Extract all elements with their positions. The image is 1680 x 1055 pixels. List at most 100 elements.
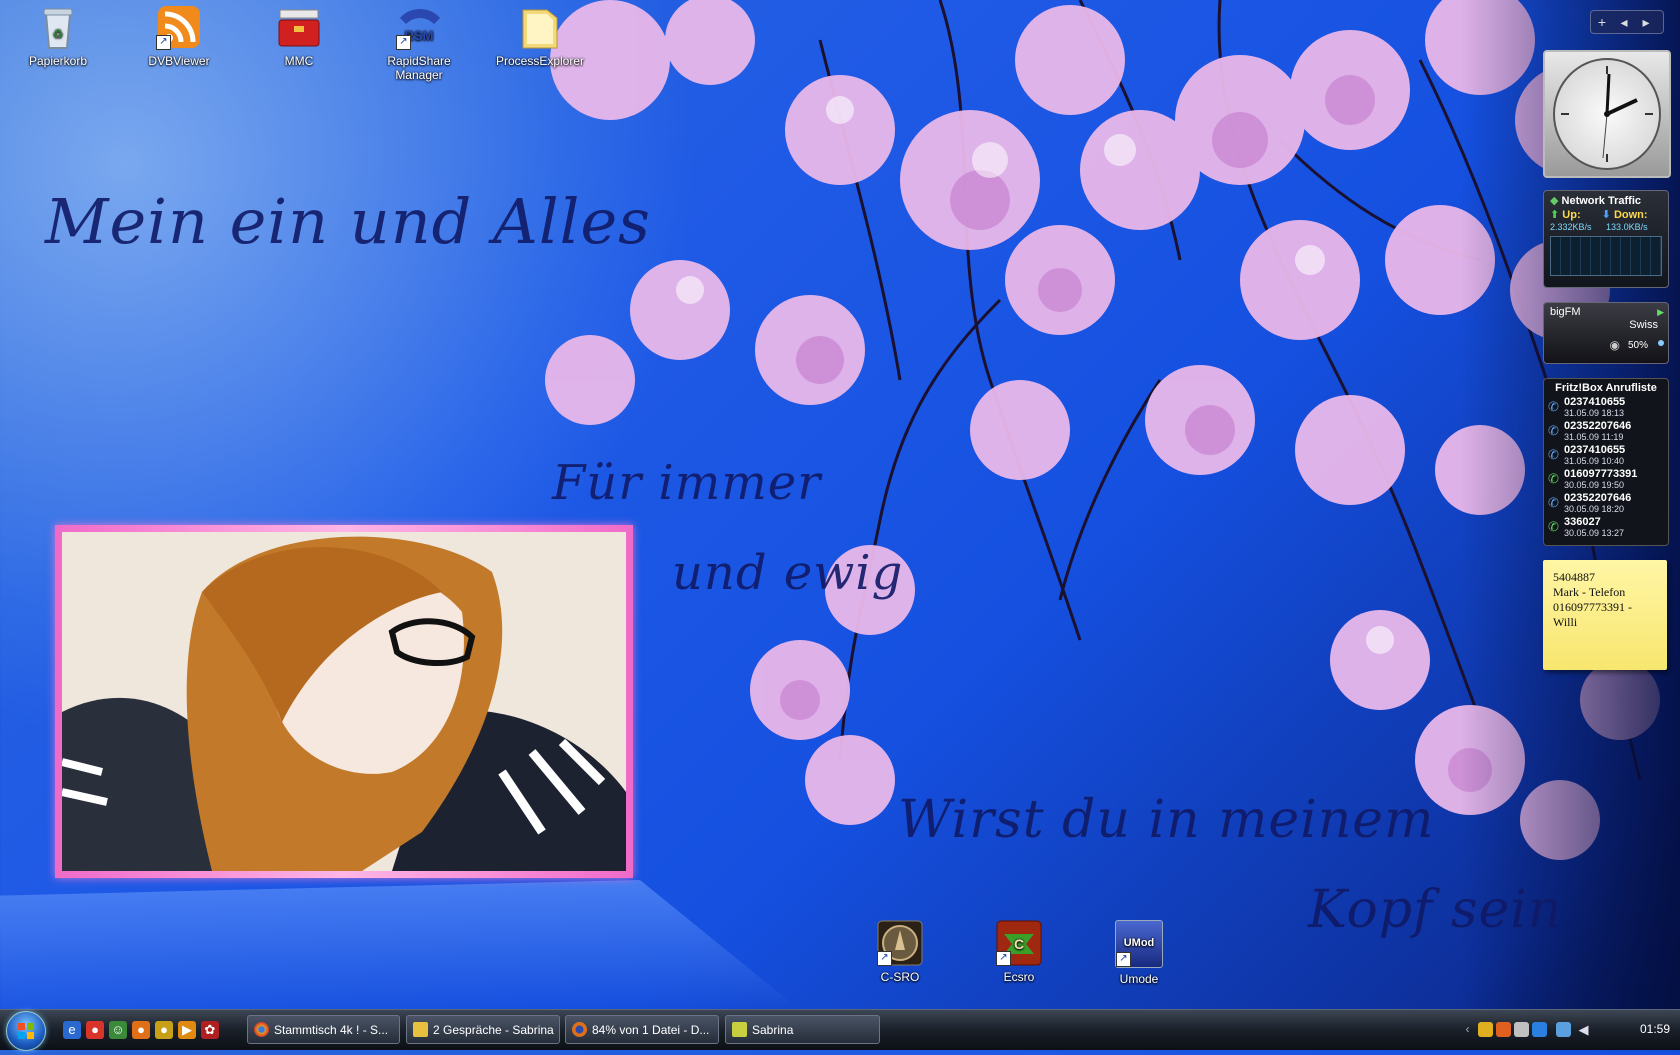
taskbar-button-note[interactable]: Sabrina — [725, 1015, 880, 1044]
desktop-icon-label: Papierkorb — [28, 54, 88, 68]
call-datetime: 30.05.09 18:20 — [1564, 504, 1625, 514]
wallpaper-text-line5: Kopf sein — [1308, 880, 1563, 940]
volume-icon[interactable]: ◀ — [1576, 1022, 1591, 1037]
umod-icon: UMod ↗ — [1115, 920, 1163, 968]
power-indicator-icon — [1658, 340, 1664, 346]
desktop-icon-rapidshare-manager[interactable]: RSM ↗ RapidShare Manager — [364, 4, 474, 82]
add-gadget-button[interactable]: + — [1591, 11, 1613, 33]
call-entry[interactable]: ✆ 0237410655 31.05.09 10:40 — [1544, 444, 1668, 468]
desktop-icon-label: DVBViewer — [148, 54, 210, 68]
note-line: Mark - Telefon — [1553, 585, 1626, 599]
network-traffic-gadget[interactable]: ◆ Network Traffic ⬆ Up: ⬇ Down: 2.332KB/… — [1543, 190, 1669, 288]
down-value: 133.0KB/s — [1606, 222, 1648, 232]
rss-icon: ↗ — [156, 4, 202, 50]
radio-volume: 50% — [1627, 340, 1648, 351]
desktop-icon-ecsro[interactable]: C ↗ Ecsro — [964, 920, 1074, 984]
wallpaper-text-line3: und ewig — [672, 545, 904, 601]
network-icon[interactable] — [1556, 1022, 1571, 1037]
call-entry[interactable]: ✆ 02352207646 31.05.09 11:19 — [1544, 420, 1668, 444]
shortcut-arrow-icon: ↗ — [396, 35, 411, 50]
call-number: 336027 — [1564, 516, 1601, 528]
incoming-call-icon: ✆ — [1548, 495, 1559, 510]
tray-app-icon[interactable] — [1496, 1022, 1511, 1037]
chrome-icon — [254, 1022, 269, 1037]
system-tray: ‹ ◀ 01:59 — [1460, 1010, 1680, 1050]
down-label: Down: — [1613, 209, 1648, 221]
prev-gadget-page-button[interactable]: ◂ — [1613, 11, 1635, 33]
chat-icon — [413, 1022, 428, 1037]
taskbar: e ● ☺ ● ● ▶ ✿ Stammtisch 4k ! - S... 2 G… — [0, 1009, 1680, 1051]
chrome-icon[interactable]: ● — [86, 1021, 104, 1039]
desktop-icon-c-sro[interactable]: ↗ C-SRO — [845, 920, 955, 984]
media-icon[interactable]: ▶ — [178, 1021, 196, 1039]
incoming-call-icon: ✆ — [1548, 399, 1559, 414]
task-label: Sabrina — [752, 1023, 794, 1037]
call-datetime: 30.05.09 13:27 — [1564, 528, 1625, 538]
svg-text:♻: ♻ — [53, 27, 64, 41]
note-icon — [732, 1022, 747, 1037]
shortcut-arrow-icon: ↗ — [996, 951, 1011, 966]
tool-icon[interactable]: ✿ — [201, 1021, 219, 1039]
note-line: 016097773391 - — [1553, 600, 1632, 614]
play-icon[interactable]: ▶ — [1657, 307, 1664, 318]
next-gadget-page-button[interactable]: ▸ — [1635, 11, 1657, 33]
taskbar-button-chat[interactable]: 2 Gespräche - Sabrina — [406, 1015, 560, 1044]
desktop-icon-dvbviewer[interactable]: ↗ DVBViewer — [124, 4, 234, 68]
firefox-icon — [572, 1022, 587, 1037]
call-entry[interactable]: ✆ 02352207646 30.05.09 18:20 — [1544, 492, 1668, 516]
note-line: 5404887 — [1553, 570, 1595, 584]
taskbar-clock[interactable]: 01:59 — [1640, 1022, 1670, 1036]
call-datetime: 31.05.09 11:19 — [1564, 432, 1624, 442]
desktop-icon-umode[interactable]: UMod ↗ Umode — [1084, 920, 1194, 986]
chrome-icon[interactable]: ● — [155, 1021, 173, 1039]
desktop-icon-label: RapidShare Manager — [387, 54, 451, 82]
start-button[interactable] — [6, 1011, 46, 1051]
desktop-icon-mmc[interactable]: MMC — [244, 4, 354, 68]
clock-gadget[interactable] — [1543, 50, 1671, 178]
minute-hand — [1605, 73, 1611, 115]
radio-region: Swiss — [1629, 319, 1658, 331]
fritzbox-call-list-gadget[interactable]: Fritz!Box Anrufliste ✆ 0237410655 31.05.… — [1543, 378, 1669, 546]
call-entry[interactable]: ✆ 016097773391 30.05.09 19:50 — [1544, 468, 1668, 492]
portrait-image — [62, 532, 626, 871]
tray-app-icon[interactable] — [1532, 1022, 1547, 1037]
network-icon: ◆ — [1550, 195, 1559, 207]
firefox-icon[interactable]: ● — [132, 1021, 150, 1039]
call-datetime: 31.05.09 10:40 — [1564, 456, 1625, 466]
wallpaper-text-line1: Mein ein und Alles — [45, 185, 652, 258]
messenger-icon[interactable]: ☺ — [109, 1021, 127, 1039]
desktop-icon-processexplorer[interactable]: ProcessExplorer — [485, 4, 595, 68]
call-entry[interactable]: ✆ 336027 30.05.09 13:27 — [1544, 516, 1668, 540]
network-title: Network Traffic — [1561, 195, 1641, 207]
desktop-wallpaper: Mein ein und Alles Für immer und ewig Wi… — [0, 0, 1680, 1010]
game-icon: ↗ — [877, 920, 923, 966]
outgoing-call-icon: ✆ — [1548, 519, 1559, 534]
speaker-icon[interactable]: ◉ — [1610, 338, 1620, 352]
incoming-call-icon: ✆ — [1548, 423, 1559, 438]
sticky-note-gadget[interactable]: 5404887 Mark - Telefon 016097773391 - Wi… — [1543, 560, 1667, 670]
up-label: Up: — [1562, 209, 1581, 221]
radio-gadget[interactable]: bigFM Swiss 50% ◉ ▶ — [1543, 302, 1669, 364]
fritzbox-title: Fritz!Box Anrufliste — [1555, 382, 1657, 394]
photo-frame — [55, 525, 633, 878]
gadget-toolbar: + ◂ ▸ — [1590, 10, 1664, 34]
upload-arrow-icon: ⬆ — [1550, 209, 1560, 221]
toolbox-icon — [276, 4, 322, 50]
taskbar-button-chrome[interactable]: Stammtisch 4k ! - S... — [247, 1015, 400, 1044]
call-datetime: 30.05.09 19:50 — [1564, 480, 1625, 490]
taskbar-button-firefox[interactable]: 84% von 1 Datei - D... — [565, 1015, 719, 1044]
windows-logo-icon — [18, 1023, 34, 1039]
folder-icon — [517, 4, 563, 50]
call-entry[interactable]: ✆ 0237410655 31.05.09 18:13 — [1544, 396, 1668, 420]
ie-icon[interactable]: e — [63, 1021, 81, 1039]
call-number: 02352207646 — [1564, 492, 1632, 504]
desktop-icon-label: C-SRO — [880, 970, 920, 984]
show-hidden-icons-arrow-icon[interactable]: ‹ — [1460, 1022, 1475, 1037]
desktop-icon-recycle-bin[interactable]: ♻ Papierkorb — [3, 4, 113, 68]
umod-icon-text: UMod — [1123, 937, 1155, 949]
tray-app-icon[interactable] — [1478, 1022, 1493, 1037]
recycle-bin-icon: ♻ — [35, 4, 81, 50]
tray-app-icon[interactable] — [1514, 1022, 1529, 1037]
shortcut-arrow-icon: ↗ — [1116, 952, 1131, 967]
download-arrow-icon: ⬇ — [1601, 209, 1611, 221]
